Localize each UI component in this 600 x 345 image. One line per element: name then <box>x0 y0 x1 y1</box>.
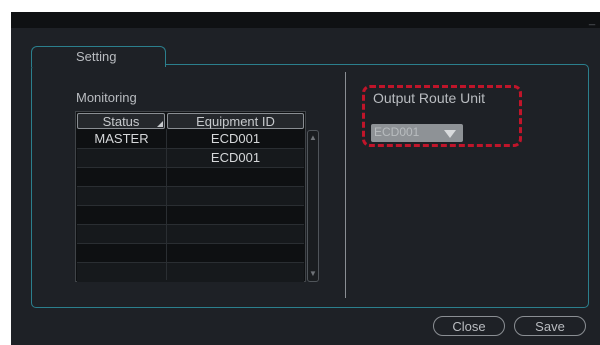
minimize-icon[interactable]: _ <box>586 14 598 26</box>
tab-label: Setting <box>76 49 117 64</box>
status-cell <box>77 149 166 167</box>
equipment-id-cell: ECD001 <box>210 150 261 165</box>
table-row[interactable] <box>77 263 304 282</box>
equipment-id-cell: ECD001 <box>210 131 261 146</box>
column-header-status[interactable]: Status <box>77 113 165 129</box>
title-bar: _ <box>11 12 600 28</box>
table-scrollbar[interactable]: ▲ ▼ <box>307 130 319 282</box>
scroll-down-icon[interactable]: ▼ <box>309 269 317 279</box>
column-header-label: Status <box>102 114 140 129</box>
table-row[interactable] <box>77 225 304 244</box>
column-header-equipment-id[interactable]: Equipment ID <box>167 113 304 129</box>
table-row[interactable] <box>77 206 304 225</box>
monitoring-table: Status Equipment ID MASTER ECD001 ECD001 <box>75 111 306 282</box>
table-row[interactable] <box>77 187 304 206</box>
table-row[interactable]: MASTER ECD001 <box>77 130 304 149</box>
sort-indicator-icon <box>157 121 163 127</box>
table-row[interactable] <box>77 168 304 187</box>
status-cell: MASTER <box>94 131 149 146</box>
table-row[interactable] <box>77 244 304 263</box>
highlight-callout <box>362 85 522 147</box>
table-row[interactable]: ECD001 <box>77 149 304 168</box>
column-header-label: Equipment ID <box>196 114 275 129</box>
scroll-up-icon[interactable]: ▲ <box>309 133 317 143</box>
tab-connector <box>32 64 164 67</box>
save-button[interactable]: Save <box>514 316 586 336</box>
setting-window: _ Setting Monitoring Status Equipment ID… <box>11 12 600 345</box>
section-divider <box>345 72 346 298</box>
monitoring-label: Monitoring <box>76 90 137 105</box>
column-divider <box>166 129 167 280</box>
close-button[interactable]: Close <box>433 316 505 336</box>
